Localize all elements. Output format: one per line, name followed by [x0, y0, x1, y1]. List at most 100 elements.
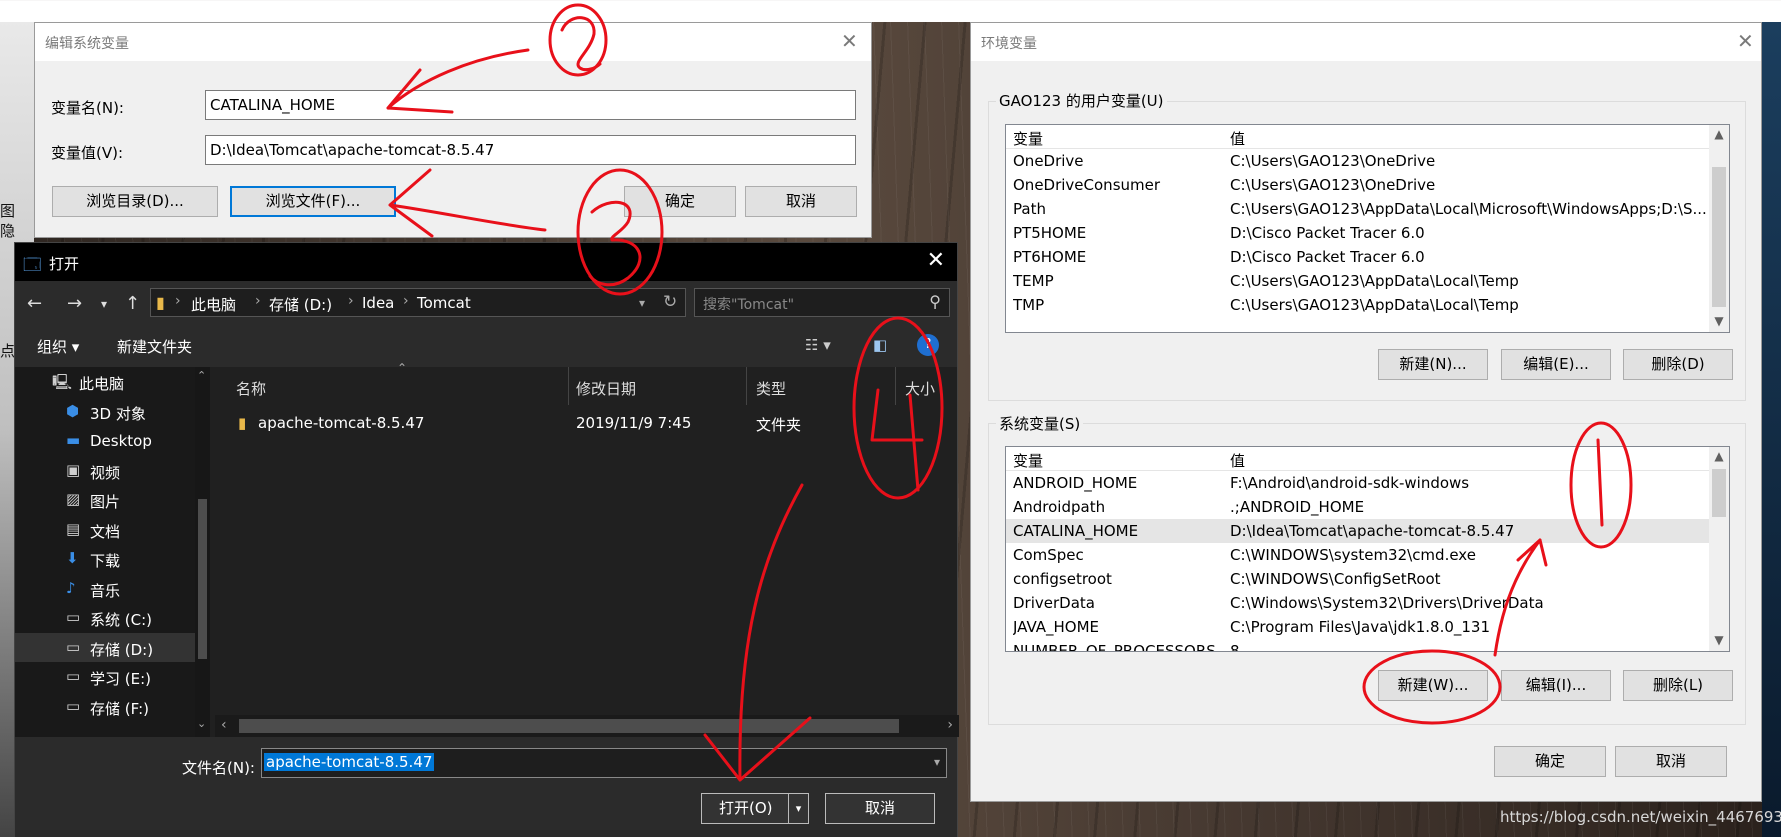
close-icon[interactable]: ✕ [841, 29, 858, 53]
nav-item[interactable]: ▨ 图片 [15, 485, 195, 514]
table-row[interactable]: configsetroot C:\WINDOWS\ConfigSetRoot [1006, 567, 1709, 591]
nav-item[interactable]: ▤ 文档 [15, 515, 195, 544]
column-header-value[interactable]: 值 [1230, 450, 1245, 471]
help-icon[interactable]: ? [917, 334, 939, 356]
cancel-button[interactable]: 取消 [745, 186, 857, 217]
table-row[interactable]: OneDrive C:\Users\GAO123\OneDrive [1006, 149, 1709, 173]
scroll-up-icon[interactable]: ▲ [1709, 127, 1729, 141]
chevron-down-icon[interactable]: ▾ [934, 755, 940, 769]
nav-item[interactable]: ▭ 存储 (F:) [15, 692, 195, 721]
table-row[interactable]: Path C:\Users\GAO123\AppData\Local\Micros… [1006, 197, 1709, 221]
system-new-button[interactable]: 新建(W)... [1378, 670, 1488, 701]
nav-item[interactable]: ▣ 视频 [15, 456, 195, 485]
organize-menu[interactable]: 组织 ▾ [37, 336, 79, 357]
column-header-type[interactable]: 类型 [756, 378, 786, 399]
title-bar[interactable]: 环境变量 ✕ [971, 23, 1761, 61]
column-header-date[interactable]: 修改日期 [576, 378, 636, 399]
vertical-scrollbar[interactable]: ▲ ▼ [1709, 125, 1729, 332]
browse-file-button[interactable]: 浏览文件(F)... [230, 186, 396, 217]
music-icon: ♪ [66, 578, 76, 597]
system-variables-list[interactable]: 变量 值 ANDROID_HOME F:\Android\android-sdk-… [1005, 446, 1730, 652]
recent-locations-chevron-icon[interactable]: ▾ [101, 297, 107, 311]
close-icon[interactable]: ✕ [927, 248, 945, 273]
nav-item[interactable]: ▭ 系统 (C:) [15, 603, 195, 632]
table-row[interactable]: PT5HOME D:\Cisco Packet Tracer 6.0 [1006, 221, 1709, 245]
variable-value-input[interactable]: D:\Idea\Tomcat\apache-tomcat-8.5.47 [205, 135, 856, 165]
breadcrumb-item[interactable]: Tomcat [417, 294, 471, 312]
system-delete-button[interactable]: 删除(L) [1623, 670, 1733, 701]
open-dropdown-icon[interactable]: ▾ [788, 794, 808, 823]
vertical-scrollbar[interactable]: ⌃ ⌄ [195, 367, 210, 737]
breadcrumb-item[interactable]: 存储 (D:) [269, 294, 332, 315]
horizontal-scrollbar[interactable]: ‹ › [215, 715, 959, 737]
system-edit-button[interactable]: 编辑(I)... [1501, 670, 1611, 701]
view-options-icon[interactable]: ☷ ▾ [805, 336, 831, 354]
table-row[interactable]: TMP C:\Users\GAO123\AppData\Local\Temp [1006, 293, 1709, 317]
scrollbar-thumb[interactable] [198, 499, 207, 659]
preview-pane-icon[interactable]: ◧ [873, 336, 887, 354]
scroll-down-icon[interactable]: ▼ [1709, 314, 1729, 328]
table-row[interactable]: Androidpath .;ANDROID_HOME [1006, 495, 1709, 519]
scrollbar-thumb[interactable] [1712, 469, 1726, 517]
nav-item[interactable]: ⬢ 3D 对象 [15, 397, 195, 426]
title-bar[interactable]: 🗔 打开 ✕ [15, 243, 957, 281]
nav-item[interactable]: ▭ 学习 (E:) [15, 662, 195, 691]
scroll-down-icon[interactable]: ⌄ [197, 717, 206, 730]
nav-item[interactable]: 🖳 此电脑 [15, 367, 195, 396]
table-row[interactable]: DriverData C:\Windows\System32\Drivers\Dr… [1006, 591, 1709, 615]
scrollbar-thumb[interactable] [1712, 167, 1726, 307]
watermark: https://blog.csdn.net/weixin_44676935 [1500, 808, 1781, 826]
up-arrow-icon[interactable]: ↑ [125, 293, 140, 314]
title-bar[interactable]: 编辑系统变量 ✕ [35, 23, 871, 61]
table-row[interactable]: JAVA_HOME C:\Program Files\Java\jdk1.8.0_… [1006, 615, 1709, 639]
table-row[interactable]: CATALINA_HOME D:\Idea\Tomcat\apache-tomca… [1006, 519, 1709, 543]
close-icon[interactable]: ✕ [1737, 29, 1754, 53]
user-delete-button[interactable]: 删除(D) [1623, 349, 1733, 380]
breadcrumb-item[interactable]: Idea [362, 294, 394, 312]
nav-item[interactable]: ▭ 存储 (D:) [15, 632, 195, 662]
column-header-name[interactable]: 名称 [236, 378, 266, 399]
breadcrumb-item[interactable]: 此电脑 [191, 294, 236, 315]
search-icon[interactable]: ⚲ [929, 292, 941, 311]
filename-input[interactable]: apache-tomcat-8.5.47 ▾ [261, 748, 947, 778]
nav-item[interactable]: ⬇ 下载 [15, 544, 195, 573]
browse-directory-button[interactable]: 浏览目录(D)... [52, 186, 218, 217]
table-row[interactable]: OneDriveConsumer C:\Users\GAO123\OneDrive [1006, 173, 1709, 197]
column-header-variable[interactable]: 变量 [1013, 128, 1043, 149]
table-row[interactable]: TEMP C:\Users\GAO123\AppData\Local\Temp [1006, 269, 1709, 293]
nav-item[interactable]: ▬ Desktop [15, 426, 195, 455]
user-new-button[interactable]: 新建(N)... [1378, 349, 1488, 380]
chevron-down-icon[interactable]: ▾ [639, 296, 645, 310]
scroll-up-icon[interactable]: ⌃ [197, 369, 206, 382]
user-edit-button[interactable]: 编辑(E)... [1501, 349, 1611, 380]
table-row[interactable]: PT6HOME D:\Cisco Packet Tracer 6.0 [1006, 245, 1709, 269]
scroll-up-icon[interactable]: ▲ [1709, 449, 1729, 463]
open-button[interactable]: 打开(O) ▾ [701, 793, 809, 824]
table-row[interactable]: ComSpec C:\WINDOWS\system32\cmd.exe [1006, 543, 1709, 567]
user-variables-list[interactable]: 变量 值 OneDrive C:\Users\GAO123\OneDrive One… [1005, 124, 1730, 333]
table-row[interactable]: NUMBER_OF_PROCESSORS 8 [1006, 639, 1709, 651]
ok-button[interactable]: 确定 [1494, 746, 1606, 777]
address-bar[interactable]: ▮ › 此电脑 › 存储 (D:) › Idea › Tomcat ▾ ↻ [150, 288, 686, 317]
scroll-left-icon[interactable]: ‹ [221, 717, 227, 733]
scroll-down-icon[interactable]: ▼ [1709, 633, 1729, 647]
forward-arrow-icon[interactable]: → [67, 293, 82, 314]
file-name[interactable]: apache-tomcat-8.5.47 [258, 414, 424, 432]
scrollbar-thumb[interactable] [239, 719, 899, 733]
column-header-variable[interactable]: 变量 [1013, 450, 1043, 471]
variable-name-input[interactable]: CATALINA_HOME [205, 90, 856, 120]
column-header-value[interactable]: 值 [1230, 128, 1245, 149]
new-folder-button[interactable]: 新建文件夹 [117, 336, 192, 357]
nav-item[interactable]: ♪ 音乐 [15, 574, 195, 603]
search-input[interactable]: 搜索"Tomcat" ⚲ [694, 288, 950, 317]
refresh-icon[interactable]: ↻ [663, 292, 677, 312]
back-arrow-icon[interactable]: ← [27, 293, 42, 314]
ok-button[interactable]: 确定 [624, 186, 736, 217]
file-list[interactable]: ⌃ 名称 修改日期 类型 大小 ▮ apache-tomcat-8.5.47 2… [215, 361, 959, 715]
column-header-size[interactable]: 大小 [905, 378, 935, 399]
cancel-button[interactable]: 取消 [825, 793, 935, 824]
vertical-scrollbar[interactable]: ▲ ▼ [1709, 447, 1729, 651]
scroll-right-icon[interactable]: › [947, 717, 953, 733]
cancel-button[interactable]: 取消 [1615, 746, 1727, 777]
table-row[interactable]: ANDROID_HOME F:\Android\android-sdk-windo… [1006, 471, 1709, 495]
